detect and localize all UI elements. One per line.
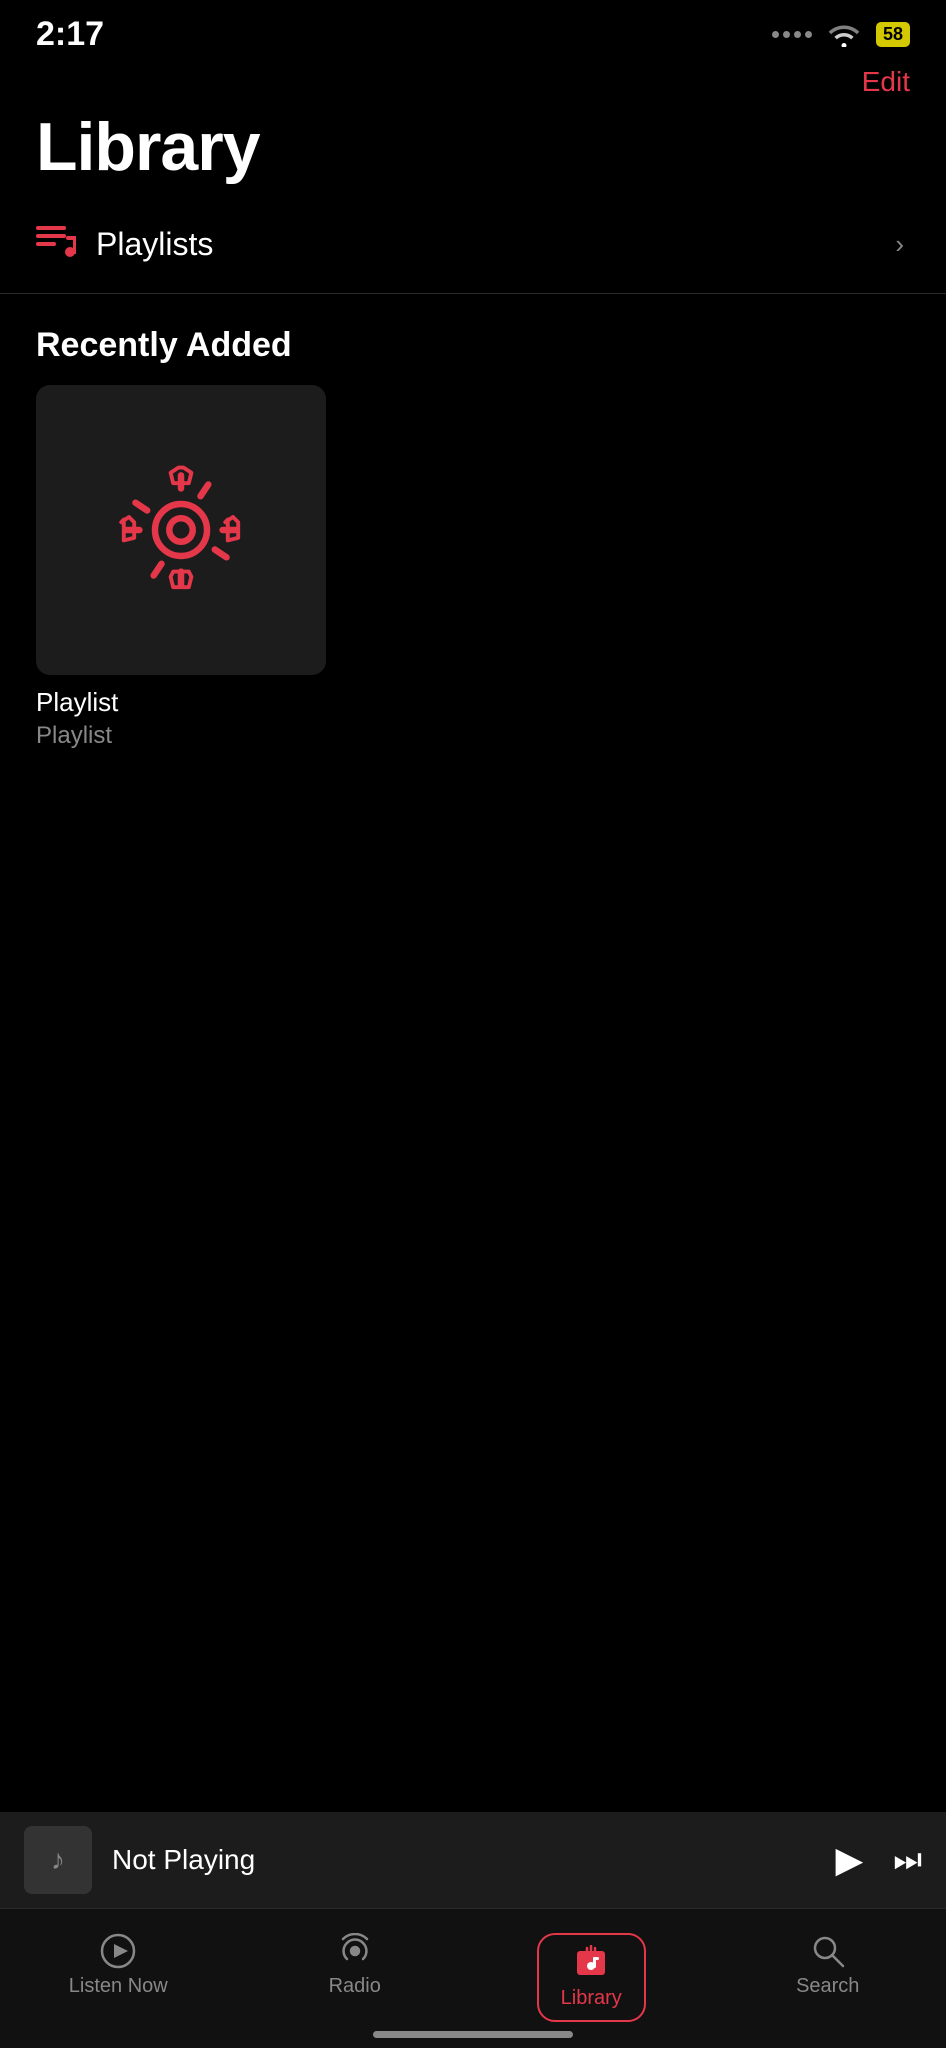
tab-radio-label: Radio [329, 1975, 381, 1998]
playlists-chevron: › [895, 229, 904, 260]
album-subtitle: Playlist [36, 722, 326, 750]
library-icon [573, 1945, 609, 1981]
status-icons: 58 [772, 21, 910, 47]
tab-listen-now-label: Listen Now [69, 1975, 168, 1998]
album-title: Playlist [36, 687, 326, 718]
library-highlight: Library [537, 1933, 646, 2022]
playlists-left: Playlists [36, 222, 213, 267]
now-playing-controls: ▶ ⏭ [836, 1839, 923, 1881]
status-time: 2:17 [36, 15, 104, 54]
wifi-icon [826, 21, 862, 47]
status-bar: 2:17 58 [0, 0, 946, 60]
now-playing-thumbnail: ♪ [24, 1826, 92, 1894]
playlists-label: Playlists [96, 226, 213, 263]
tab-search[interactable]: Search [710, 1925, 946, 2006]
edit-button[interactable]: Edit [862, 66, 910, 98]
music-note-icon: ♪ [51, 1844, 65, 1876]
tab-library-label: Library [561, 1987, 622, 2010]
page-title-container: Library [0, 98, 946, 186]
now-playing-title: Not Playing [112, 1844, 836, 1876]
page-title: Library [36, 108, 910, 186]
playlist-music-icon [36, 222, 76, 267]
tab-listen-now[interactable]: Listen Now [0, 1925, 237, 2006]
battery-indicator: 58 [876, 22, 910, 47]
album-art [36, 385, 326, 675]
gear-icon [116, 465, 246, 595]
album-item[interactable]: Playlist Playlist [36, 385, 326, 750]
tab-radio[interactable]: Radio [237, 1925, 474, 2006]
page-header: Edit [0, 60, 946, 98]
search-icon [810, 1933, 846, 1969]
tab-search-label: Search [796, 1975, 859, 1998]
recently-added-title: Recently Added [0, 294, 946, 385]
signal-icon [772, 31, 812, 38]
listen-now-icon [100, 1933, 136, 1969]
fast-forward-button[interactable]: ⏭ [893, 1841, 922, 1879]
tab-bar: Listen Now Radio [0, 1908, 946, 2048]
tab-library[interactable]: Library [473, 1925, 710, 2030]
now-playing-bar[interactable]: ♪ Not Playing ▶ ⏭ [0, 1812, 946, 1908]
radio-icon [336, 1933, 374, 1969]
album-grid: Playlist Playlist [0, 385, 946, 750]
play-button[interactable]: ▶ [836, 1839, 864, 1881]
playlists-row[interactable]: Playlists › [0, 196, 946, 294]
home-indicator [373, 2031, 573, 2038]
